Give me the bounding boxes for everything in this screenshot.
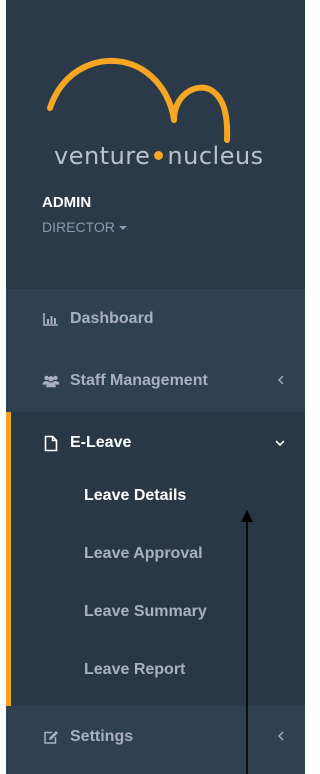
bar-chart-icon bbox=[42, 310, 60, 328]
profile-header: venture nucleus ADMIN DIRECTOR bbox=[6, 0, 305, 289]
profile-name: ADMIN bbox=[42, 194, 92, 211]
nav-item-dashboard[interactable]: Dashboard bbox=[6, 288, 305, 350]
chevron-left-icon bbox=[277, 728, 285, 746]
edit-icon bbox=[42, 728, 60, 746]
logo-wordmark: venture nucleus bbox=[54, 142, 264, 170]
file-icon bbox=[42, 434, 60, 452]
chevron-left-icon bbox=[277, 372, 285, 390]
nav-item-settings[interactable]: Settings bbox=[6, 706, 305, 768]
nav-label-staff-management: Staff Management bbox=[70, 372, 208, 389]
logo-dot bbox=[154, 151, 164, 160]
nav-label-settings: Settings bbox=[70, 728, 134, 745]
nav-item-staff-management[interactable]: Staff Management bbox=[6, 350, 305, 412]
users-icon bbox=[42, 372, 60, 390]
profile-role-label: DIRECTOR bbox=[42, 219, 115, 235]
nav-item-eleave[interactable]: E-Leave bbox=[6, 412, 305, 474]
submenu-item-leave-report[interactable]: Leave Report bbox=[84, 661, 185, 679]
nav-label-dashboard: Dashboard bbox=[70, 310, 154, 327]
logo-text-left: venture bbox=[54, 142, 151, 170]
profile-role-dropdown[interactable]: DIRECTOR bbox=[42, 219, 127, 235]
submenu-item-leave-details[interactable]: Leave Details bbox=[84, 487, 186, 505]
chevron-down-icon bbox=[275, 434, 285, 452]
submenu-item-leave-summary[interactable]: Leave Summary bbox=[84, 603, 207, 621]
logo-arc-graphic bbox=[47, 57, 231, 143]
sidebar: venture nucleus ADMIN DIRECTOR Dashboard bbox=[6, 0, 305, 774]
active-section-indicator bbox=[6, 412, 11, 706]
logo-text-right: nucleus bbox=[167, 142, 264, 170]
annotation-arrow-icon bbox=[241, 510, 253, 774]
submenu-item-leave-approval[interactable]: Leave Approval bbox=[84, 545, 203, 563]
nav-label-eleave: E-Leave bbox=[70, 434, 132, 451]
caret-down-icon bbox=[118, 226, 127, 231]
